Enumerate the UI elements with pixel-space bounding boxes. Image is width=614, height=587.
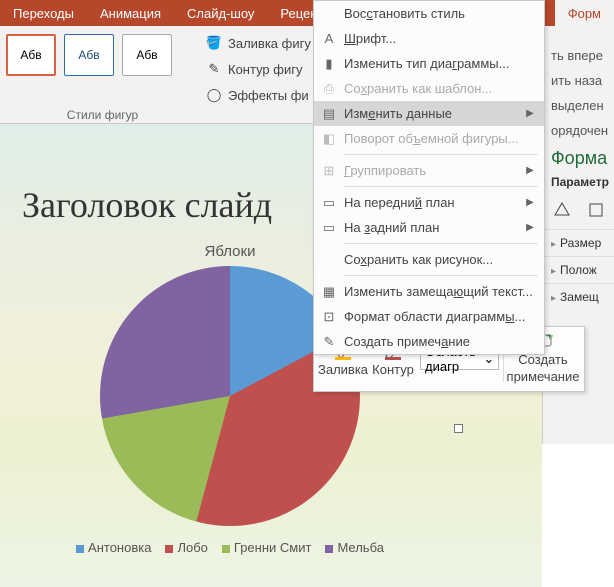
menu-item-icon: A bbox=[314, 31, 344, 46]
svg-text:+: + bbox=[546, 334, 554, 343]
menu-item-icon: ▭ bbox=[314, 220, 344, 236]
menu-item-icon: ▭ bbox=[314, 195, 344, 211]
context-menu-item[interactable]: ▦Изменить замещающий текст... bbox=[314, 279, 544, 304]
mini-outline-label: Контур bbox=[372, 362, 414, 377]
context-menu-separator bbox=[344, 154, 538, 155]
shape-fill-label: Заливка фигу bbox=[228, 36, 311, 51]
menu-item-label: Восстановить стиль bbox=[344, 6, 536, 21]
menu-item-label: Группировать bbox=[344, 163, 524, 178]
section-position[interactable]: Полож bbox=[543, 256, 614, 283]
menu-item-label: На задний план bbox=[344, 220, 524, 235]
legend-item-0[interactable]: Антоновка bbox=[76, 540, 151, 555]
tab-slideshow[interactable]: Слайд-шоу bbox=[174, 0, 267, 26]
send-backward-label[interactable]: ить наза bbox=[551, 73, 608, 88]
tab-animations[interactable]: Анимация bbox=[87, 0, 174, 26]
menu-item-label: Сохранить как рисунок... bbox=[344, 252, 536, 267]
shape-style-2[interactable]: Абв bbox=[64, 34, 114, 76]
fill-line-icon[interactable] bbox=[549, 197, 575, 223]
shape-effects-label: Эффекты фи bbox=[228, 88, 309, 103]
context-menu-separator bbox=[344, 186, 538, 187]
context-menu-item: ⎙Сохранить как шаблон... bbox=[314, 76, 544, 101]
menu-item-label: Изменить данные bbox=[344, 106, 524, 121]
context-menu-item[interactable]: AШрифт... bbox=[314, 26, 544, 51]
menu-item-label: Изменить тип диаграммы... bbox=[344, 56, 536, 71]
context-menu-item[interactable]: ✎Создать примечание bbox=[314, 329, 544, 354]
context-menu-item: ⊞Группировать▶ bbox=[314, 158, 544, 183]
section-size[interactable]: Размер bbox=[543, 229, 614, 256]
effects-icon: ◯ bbox=[205, 86, 223, 104]
legend-item-2[interactable]: Гренни Смит bbox=[222, 540, 312, 555]
selection-pane-label[interactable]: выделен bbox=[551, 98, 608, 113]
context-menu-separator bbox=[344, 275, 538, 276]
legend-item-1[interactable]: Лобо bbox=[165, 540, 207, 555]
context-menu-item[interactable]: Восстановить стиль bbox=[314, 1, 544, 26]
section-alttext[interactable]: Замещ bbox=[543, 283, 614, 310]
context-menu-item[interactable]: ▭На передний план▶ bbox=[314, 190, 544, 215]
shape-fill-button[interactable]: 🪣 Заливка фигу bbox=[205, 32, 311, 54]
tab-transitions[interactable]: Переходы bbox=[0, 0, 87, 26]
menu-item-label: Сохранить как шаблон... bbox=[344, 81, 536, 96]
shape-tool-column: 🪣 Заливка фигу ✎ Контур фигу ◯ Эффекты ф… bbox=[205, 26, 311, 123]
menu-item-icon: ◧ bbox=[314, 131, 344, 147]
tab-format[interactable]: Форм bbox=[555, 0, 614, 26]
menu-item-label: Формат области диаграммы... bbox=[344, 309, 536, 324]
shape-style-gallery: Абв Абв Абв Стили фигур bbox=[0, 26, 205, 123]
bring-forward-label[interactable]: ть впере bbox=[551, 48, 608, 63]
bucket-icon: 🪣 bbox=[205, 34, 223, 52]
menu-item-icon: ▤ bbox=[314, 106, 344, 122]
format-pane-title: Форма bbox=[543, 142, 614, 171]
context-menu-separator bbox=[344, 243, 538, 244]
context-menu-item[interactable]: ⊡Формат области диаграммы... bbox=[314, 304, 544, 329]
mini-comment-label2: примечание bbox=[507, 369, 580, 384]
menu-item-label: Шрифт... bbox=[344, 31, 536, 46]
submenu-arrow-icon: ▶ bbox=[524, 165, 536, 176]
group-label-shape-styles: Стили фигур bbox=[6, 108, 199, 122]
shape-effects-button[interactable]: ◯ Эффекты фи bbox=[205, 84, 311, 106]
slide-title-text[interactable]: Заголовок слайд bbox=[22, 184, 272, 226]
format-pane-subtitle: Параметр bbox=[543, 171, 614, 193]
context-menu-item[interactable]: Сохранить как рисунок... bbox=[314, 247, 544, 272]
context-menu: Восстановить стильAШрифт...▮Изменить тип… bbox=[313, 0, 545, 355]
pen-icon: ✎ bbox=[205, 60, 223, 78]
chart-legend: Антоновка Лобо Гренни Смит Мельба bbox=[0, 526, 460, 555]
shape-style-1[interactable]: Абв bbox=[6, 34, 56, 76]
menu-item-icon: ⊞ bbox=[314, 163, 344, 179]
context-menu-item: ◧Поворот объемной фигуры... bbox=[314, 126, 544, 151]
menu-item-label: На передний план bbox=[344, 195, 524, 210]
context-menu-item[interactable]: ▤Изменить данные▶ bbox=[314, 101, 544, 126]
effects-tab-icon[interactable] bbox=[583, 197, 609, 223]
menu-item-icon: ✎ bbox=[314, 334, 344, 350]
submenu-arrow-icon: ▶ bbox=[524, 197, 536, 208]
menu-item-icon: ⊡ bbox=[314, 309, 344, 325]
arrange-label[interactable]: орядочен bbox=[551, 123, 608, 138]
menu-item-icon: ▮ bbox=[314, 56, 344, 72]
menu-item-label: Изменить замещающий текст... bbox=[344, 284, 536, 299]
context-menu-item[interactable]: ▭На задний план▶ bbox=[314, 215, 544, 240]
menu-item-icon: ⎙ bbox=[314, 81, 344, 97]
shape-outline-label: Контур фигу bbox=[228, 62, 302, 77]
selection-handle[interactable] bbox=[454, 424, 463, 433]
mini-fill-label: Заливка bbox=[318, 362, 368, 377]
shape-style-3[interactable]: Абв bbox=[122, 34, 172, 76]
submenu-arrow-icon: ▶ bbox=[524, 108, 536, 119]
context-menu-item[interactable]: ▮Изменить тип диаграммы... bbox=[314, 51, 544, 76]
menu-item-label: Создать примечание bbox=[344, 334, 536, 349]
menu-item-label: Поворот объемной фигуры... bbox=[344, 131, 536, 146]
menu-item-icon: ▦ bbox=[314, 284, 344, 300]
shape-outline-button[interactable]: ✎ Контур фигу bbox=[205, 58, 311, 80]
submenu-arrow-icon: ▶ bbox=[524, 222, 536, 233]
legend-item-3[interactable]: Мельба bbox=[325, 540, 384, 555]
